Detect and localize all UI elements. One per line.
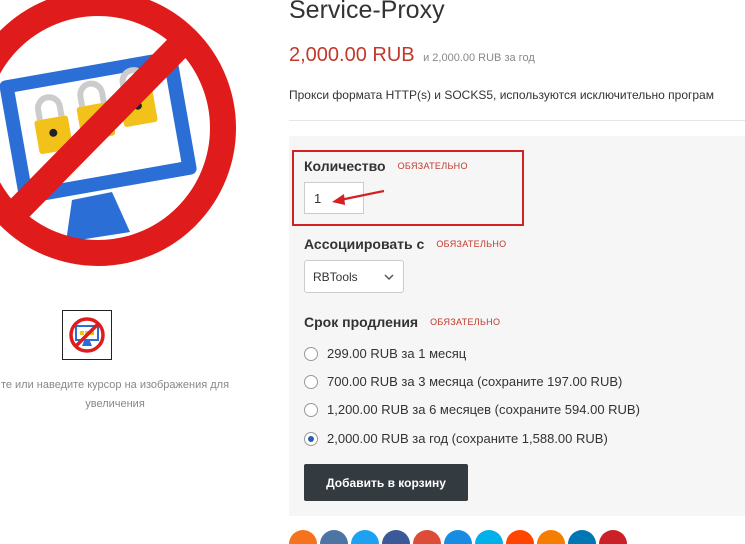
required-badge: ОБЯЗАТЕЛЬНО bbox=[430, 317, 501, 327]
product-image bbox=[0, 0, 236, 266]
radio-button[interactable] bbox=[304, 402, 318, 417]
associate-selected-value: RBTools bbox=[313, 270, 358, 284]
divider bbox=[289, 120, 745, 121]
required-badge: ОБЯЗАТЕЛЬНО bbox=[436, 239, 507, 249]
google-plus-icon[interactable] bbox=[413, 530, 441, 544]
product-description: Прокси формата HTTP(s) и SOCKS5, использ… bbox=[289, 88, 714, 102]
linkedin-icon[interactable] bbox=[568, 530, 596, 544]
quantity-label-text: Количество bbox=[304, 158, 386, 174]
term-option-1-month[interactable]: 299.00 RUB за 1 месяц bbox=[304, 346, 466, 361]
add-to-cart-button[interactable]: Добавить в корзину bbox=[304, 464, 468, 501]
required-badge: ОБЯЗАТЕЛЬНО bbox=[397, 161, 468, 171]
livejournal-icon[interactable] bbox=[475, 530, 503, 544]
chevron-down-icon bbox=[384, 274, 394, 281]
annotation-arrow-icon bbox=[332, 189, 385, 205]
associate-select[interactable]: RBTools bbox=[304, 260, 404, 293]
mail-ru-icon[interactable] bbox=[444, 530, 472, 544]
term-option-1-year[interactable]: 2,000.00 RUB за год (сохраните 1,588.00 … bbox=[304, 431, 608, 446]
term-option-label: 299.00 RUB за 1 месяц bbox=[327, 346, 467, 361]
term-option-3-months[interactable]: 700.00 RUB за 3 месяца (сохраните 197.00… bbox=[304, 374, 622, 389]
twitter-icon[interactable] bbox=[351, 530, 379, 544]
pinterest-icon[interactable] bbox=[599, 530, 627, 544]
product-thumbnail[interactable] bbox=[62, 310, 112, 360]
product-title: Service-Proxy bbox=[289, 0, 445, 24]
associate-label: Ассоциировать с ОБЯЗАТЕЛЬНО bbox=[304, 236, 506, 252]
odnoklassniki-icon[interactable] bbox=[289, 530, 317, 544]
radio-button[interactable] bbox=[304, 374, 318, 389]
thumbnail-image bbox=[69, 317, 105, 353]
price-main: 2,000.00 RUB bbox=[289, 44, 415, 66]
zoom-hint: те или наведите курсор на изображения дл… bbox=[0, 379, 230, 410]
price-recurring: и 2,000.00 RUB за год bbox=[423, 52, 535, 64]
price-row: 2,000.00 RUB и 2,000.00 RUB за год bbox=[289, 44, 535, 67]
term-option-label: 700.00 RUB за 3 месяца (сохраните 197.00… bbox=[327, 374, 623, 389]
radio-button[interactable] bbox=[304, 346, 318, 361]
blogger-icon[interactable] bbox=[537, 530, 565, 544]
quantity-label: Количество ОБЯЗАТЕЛЬНО bbox=[304, 158, 468, 174]
associate-label-text: Ассоциировать с bbox=[304, 236, 425, 252]
reddit-icon[interactable] bbox=[506, 530, 534, 544]
vk-icon[interactable] bbox=[320, 530, 348, 544]
term-option-6-months[interactable]: 1,200.00 RUB за 6 месяцев (сохраните 594… bbox=[304, 402, 640, 417]
term-option-label: 2,000.00 RUB за год (сохраните 1,588.00 … bbox=[327, 431, 608, 446]
share-buttons bbox=[289, 530, 627, 544]
radio-button-selected[interactable] bbox=[304, 431, 318, 446]
facebook-icon[interactable] bbox=[382, 530, 410, 544]
term-label-text: Срок продления bbox=[304, 314, 419, 330]
term-option-label: 1,200.00 RUB за 6 месяцев (сохраните 594… bbox=[327, 402, 640, 417]
term-label: Срок продления ОБЯЗАТЕЛЬНО bbox=[304, 314, 500, 330]
